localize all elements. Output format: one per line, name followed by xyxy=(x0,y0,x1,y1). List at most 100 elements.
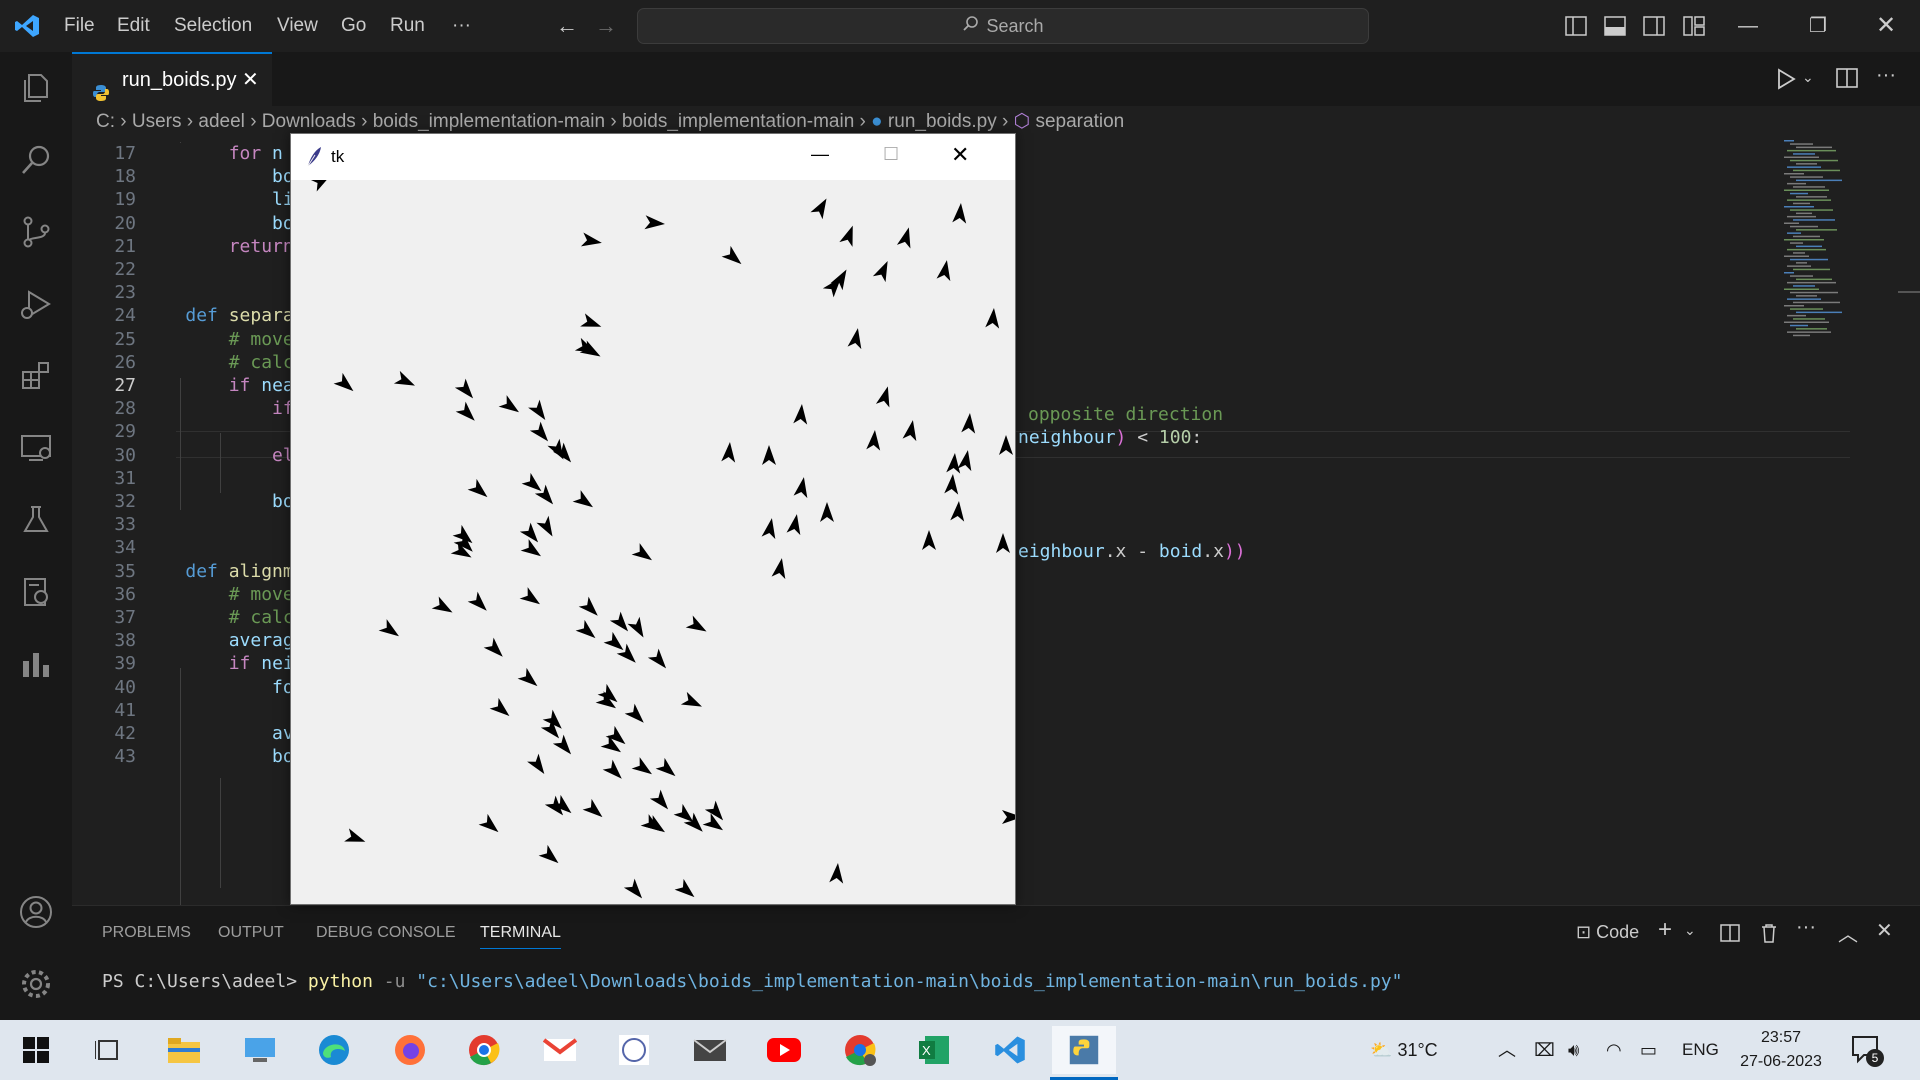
command-center-search[interactable]: Search xyxy=(637,8,1369,44)
notification-center-icon[interactable]: 5 xyxy=(1850,1034,1884,1073)
restore-icon[interactable]: ❐ xyxy=(1788,0,1848,52)
terminal-profile[interactable]: ⊡ Code xyxy=(1576,922,1639,943)
breadcrumb-folder[interactable]: boids_implementation-main xyxy=(373,111,605,132)
minimap-line xyxy=(1787,149,1836,152)
excel-icon[interactable]: X xyxy=(902,1026,966,1074)
panel-more-icon[interactable]: ··· xyxy=(1796,916,1816,939)
terminal-flag: -u xyxy=(372,971,417,992)
battery-icon[interactable]: ▭ xyxy=(1640,1020,1657,1080)
split-editor-icon[interactable] xyxy=(1836,68,1858,93)
meet-now-icon[interactable]: ⌧ xyxy=(1534,1020,1555,1080)
source-control-icon[interactable] xyxy=(0,196,72,268)
breadcrumb-drive[interactable]: C: xyxy=(96,111,115,132)
show-hidden-icons-chevron-icon[interactable]: ︿ xyxy=(1498,1020,1516,1080)
back-arrow-icon[interactable]: ← xyxy=(556,0,578,52)
minimap[interactable] xyxy=(1780,138,1890,348)
language-indicator[interactable]: ENG xyxy=(1682,1020,1719,1080)
menu-edit[interactable]: Edit xyxy=(117,0,150,52)
youtube-icon[interactable] xyxy=(752,1026,816,1074)
panel-tab-problems[interactable]: PROBLEMS xyxy=(102,924,191,942)
wifi-icon[interactable]: ◠ xyxy=(1606,1020,1622,1080)
chrome-profile-icon[interactable] xyxy=(828,1026,892,1074)
edge-browser-icon[interactable] xyxy=(302,1026,366,1074)
menu-file[interactable]: File xyxy=(64,0,95,52)
menu-view[interactable]: View xyxy=(277,0,318,52)
tk-window[interactable]: tk — ☐ ✕ xyxy=(290,133,1016,905)
forward-arrow-icon[interactable]: → xyxy=(595,0,617,52)
vscode-taskbar-icon[interactable] xyxy=(978,1026,1042,1074)
boid xyxy=(985,308,1000,329)
panel-tab-debug-console[interactable]: DEBUG CONSOLE xyxy=(316,924,456,942)
line-number: 26 xyxy=(114,351,136,373)
search-icon[interactable] xyxy=(0,124,72,196)
weather-widget[interactable]: ⛅ 31°C xyxy=(1370,1020,1438,1080)
toggle-panel-icon[interactable] xyxy=(1604,16,1626,42)
settings-gear-icon[interactable] xyxy=(0,948,72,1020)
breadcrumb-symbol[interactable]: separation xyxy=(1035,111,1124,132)
breadcrumb-file[interactable]: run_boids.py xyxy=(888,111,997,132)
tab-run-boids[interactable]: run_boids.py ✕ xyxy=(72,52,272,106)
start-windows-icon[interactable] xyxy=(4,1026,68,1074)
firefox-browser-icon[interactable] xyxy=(378,1026,442,1074)
indent-guide xyxy=(220,778,221,888)
run-debug-icon[interactable] xyxy=(0,268,72,340)
panel-tab-output[interactable]: OUTPUT xyxy=(218,924,284,942)
testing-icon[interactable] xyxy=(0,484,72,556)
boid xyxy=(631,757,653,775)
minimize-icon[interactable]: — xyxy=(1718,0,1778,52)
menu-go[interactable]: Go xyxy=(341,0,366,52)
breadcrumb-downloads[interactable]: Downloads xyxy=(262,111,356,132)
menu-more[interactable]: ··· xyxy=(452,0,471,52)
university-app-icon[interactable] xyxy=(602,1026,666,1074)
run-options-chevron-icon[interactable]: ⌄ xyxy=(1802,69,1814,86)
customize-layout-icon[interactable] xyxy=(1683,16,1705,42)
minimap-line xyxy=(1784,288,1819,290)
terminal-output[interactable]: PS C:\Users\adeel> python -u "c:\Users\a… xyxy=(102,971,1402,992)
minimap-line xyxy=(1784,140,1794,142)
toggle-primary-sidebar-icon[interactable] xyxy=(1565,16,1587,42)
split-terminal-icon[interactable] xyxy=(1720,924,1740,947)
accounts-icon[interactable] xyxy=(0,876,72,948)
panel-tab-terminal[interactable]: TERMINAL xyxy=(480,924,561,949)
menu-selection[interactable]: Selection xyxy=(174,0,252,52)
python-taskbar-icon[interactable] xyxy=(1052,1026,1116,1074)
tab-close-icon[interactable]: ✕ xyxy=(242,54,259,106)
menu-run[interactable]: Run xyxy=(390,0,425,52)
this-pc-icon[interactable] xyxy=(228,1026,292,1074)
toggle-secondary-sidebar-icon[interactable] xyxy=(1643,16,1665,42)
boid xyxy=(961,413,976,434)
run-python-file-icon[interactable] xyxy=(1776,68,1796,95)
remote-explorer-icon[interactable] xyxy=(0,412,72,484)
close-icon[interactable]: ✕ xyxy=(1856,0,1916,52)
close-panel-icon[interactable]: ✕ xyxy=(1876,918,1893,943)
terminal-dropdown-icon[interactable]: ⌄ xyxy=(1684,922,1696,939)
minimap-line xyxy=(1793,219,1835,221)
new-terminal-icon[interactable]: + xyxy=(1658,916,1672,944)
breadcrumb-adeel[interactable]: adeel xyxy=(198,111,245,132)
tk-minimize-icon[interactable]: — xyxy=(811,144,829,165)
remote-connection-icon[interactable] xyxy=(0,556,72,628)
tk-close-icon[interactable]: ✕ xyxy=(951,142,969,168)
scrollbar-indicator[interactable] xyxy=(1898,291,1920,293)
kill-terminal-trash-icon[interactable] xyxy=(1760,923,1778,948)
explorer-icon[interactable] xyxy=(0,52,72,124)
editor-more-actions-icon[interactable]: ··· xyxy=(1876,64,1896,87)
clock[interactable]: 23:57 27-06-2023 xyxy=(1736,1026,1826,1074)
breadcrumb-users[interactable]: Users xyxy=(132,111,182,132)
breadcrumb-subfolder[interactable]: boids_implementation-main xyxy=(622,111,854,132)
tk-maximize-icon[interactable]: ☐ xyxy=(883,144,899,165)
extensions-icon[interactable] xyxy=(0,340,72,412)
task-view-icon[interactable] xyxy=(76,1026,140,1074)
line-number: 23 xyxy=(114,282,136,304)
code-token: boid xyxy=(1158,541,1203,562)
boids-canvas[interactable] xyxy=(291,180,1015,904)
gmail-icon[interactable] xyxy=(528,1026,592,1074)
tk-titlebar[interactable]: tk — ☐ ✕ xyxy=(291,134,1015,180)
mail-app-icon[interactable] xyxy=(678,1026,742,1074)
minimap-line xyxy=(1790,308,1823,310)
volume-icon[interactable]: 🔊︎ xyxy=(1568,1020,1579,1080)
chrome-browser-icon[interactable] xyxy=(452,1026,516,1074)
maximize-panel-icon[interactable]: ︿ xyxy=(1838,918,1858,947)
file-explorer-icon[interactable] xyxy=(152,1026,216,1074)
charts-icon[interactable] xyxy=(0,628,72,700)
